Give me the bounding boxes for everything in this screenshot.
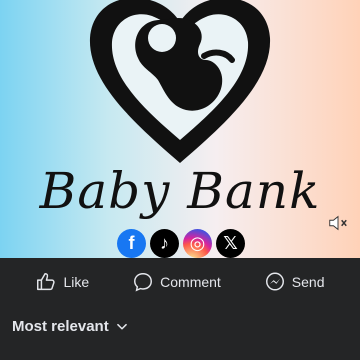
social-icons: f ♪ ◎ 𝕏 <box>117 229 245 258</box>
facebook-icon[interactable]: f <box>117 229 146 258</box>
brand-name: Baby Bank <box>39 162 321 220</box>
post-action-bar: Like Comment Send <box>0 258 360 306</box>
like-label: Like <box>63 274 90 290</box>
facebook-glyph: f <box>128 233 135 253</box>
baby-heart-logo <box>89 0 271 163</box>
instagram-glyph: ◎ <box>189 233 206 253</box>
tiktok-icon[interactable]: ♪ <box>150 229 179 258</box>
comment-sort-dropdown[interactable]: Most relevant <box>12 318 129 335</box>
chevron-down-icon <box>116 323 127 330</box>
x-glyph: 𝕏 <box>223 233 238 253</box>
sort-label: Most relevant <box>12 318 109 335</box>
comment-button[interactable]: Comment <box>132 271 221 293</box>
comment-label: Comment <box>160 274 221 290</box>
instagram-icon[interactable]: ◎ <box>183 229 212 258</box>
messenger-icon <box>265 272 284 291</box>
speaker-muted-icon[interactable] <box>327 212 349 234</box>
thumbs-up-icon <box>37 273 56 291</box>
comment-bubble-icon <box>134 273 153 292</box>
tiktok-glyph: ♪ <box>160 233 169 253</box>
post-media[interactable]: Baby Bank f ♪ ◎ 𝕏 <box>0 0 360 258</box>
send-button[interactable]: Send <box>264 271 325 293</box>
like-button[interactable]: Like <box>35 271 89 293</box>
send-label: Send <box>291 274 325 290</box>
x-icon[interactable]: 𝕏 <box>216 229 245 258</box>
